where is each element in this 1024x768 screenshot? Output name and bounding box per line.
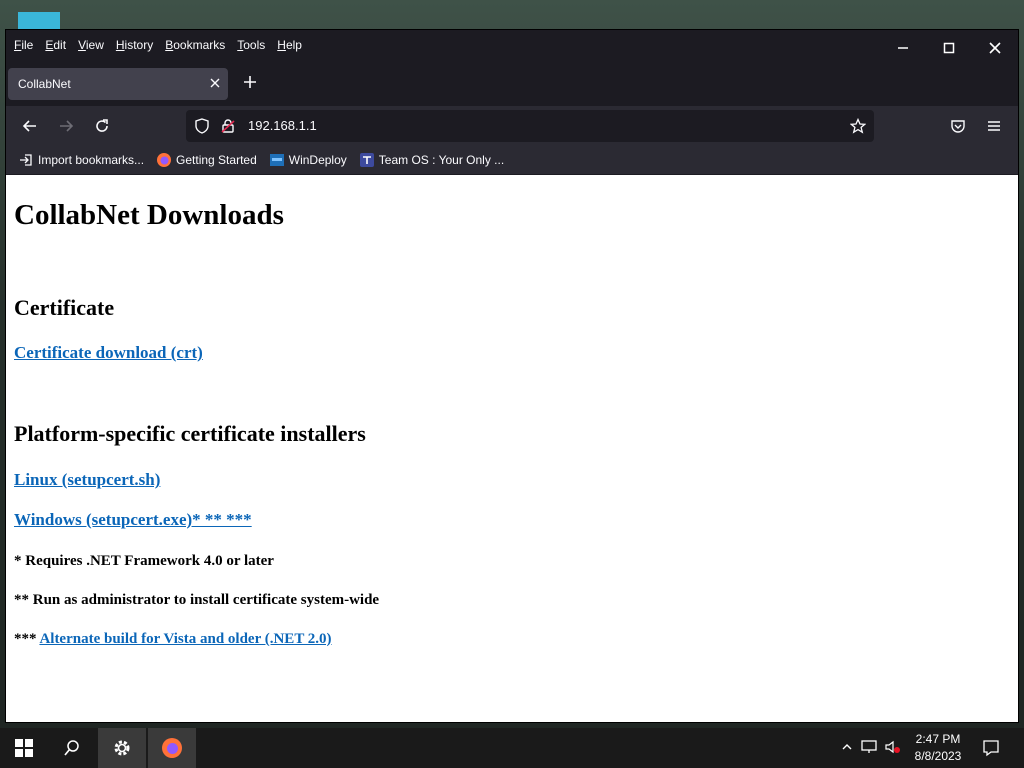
browser-window: File Edit View History Bookmarks Tools H… — [6, 30, 1018, 722]
menu-edit[interactable]: Edit — [43, 36, 68, 54]
close-icon — [989, 42, 1001, 54]
tab-close-button[interactable] — [202, 76, 228, 92]
insecure-lock-icon[interactable] — [218, 116, 238, 136]
shield-icon[interactable] — [192, 116, 212, 136]
certificate-heading: Certificate — [14, 295, 115, 320]
certificate-download-link[interactable]: Certificate download (crt) — [14, 343, 203, 363]
forward-arrow-icon — [60, 120, 74, 132]
tab-collabnet[interactable]: CollabNet — [8, 68, 228, 100]
notifications-button[interactable] — [968, 728, 1014, 768]
reload-button[interactable] — [88, 112, 116, 140]
minimize-icon — [898, 47, 908, 49]
taskbar: 2:47 PM 8/8/2023 — [0, 728, 1024, 768]
bookmark-star-icon[interactable] — [848, 116, 868, 136]
forward-button[interactable] — [52, 112, 80, 140]
clock-time: 2:47 PM — [915, 732, 961, 746]
bookmark-label: Getting Started — [176, 153, 257, 167]
clock-date: 8/8/2023 — [914, 749, 962, 763]
bookmark-label: Team OS : Your Only ... — [378, 153, 505, 167]
note-prefix: *** — [14, 631, 40, 647]
bookmark-teamos[interactable]: Team OS : Your Only ... — [359, 152, 504, 168]
windeploy-icon — [269, 152, 285, 168]
alternate-build-link[interactable]: Alternate build for Vista and older (.NE… — [39, 631, 331, 647]
maximize-button[interactable] — [926, 30, 972, 66]
chevron-up-icon — [842, 743, 852, 749]
pocket-icon — [951, 120, 965, 133]
page-title: CollabNet Downloads — [14, 199, 284, 231]
note-dotnet-requirement: * Requires .NET Framework 4.0 or later — [14, 553, 274, 569]
pocket-button[interactable] — [944, 112, 972, 140]
teamos-icon — [359, 152, 375, 168]
bookmarks-toolbar: Import bookmarks... Getting Started WinD… — [6, 146, 1018, 174]
system-tray — [838, 728, 904, 768]
installers-heading: Platform-specific certificate installers — [14, 421, 366, 446]
app-menu-button[interactable] — [980, 112, 1008, 140]
gear-icon — [114, 740, 130, 756]
bookmark-getting-started[interactable]: Getting Started — [156, 152, 257, 168]
import-icon — [18, 152, 34, 168]
new-tab-button[interactable] — [238, 72, 262, 96]
notification-icon — [983, 740, 999, 757]
menu-history[interactable]: History — [114, 36, 155, 54]
minimize-button[interactable] — [880, 30, 926, 66]
windows-installer-link[interactable]: Windows (setupcert.exe)* ** *** — [14, 510, 252, 530]
bookmark-windeploy[interactable]: WinDeploy — [269, 152, 347, 168]
network-icon[interactable] — [856, 739, 882, 757]
window-controls — [880, 30, 1018, 66]
show-hidden-icons-button[interactable] — [838, 741, 856, 756]
plus-icon — [244, 76, 256, 88]
menu-tools[interactable]: Tools — [235, 36, 267, 54]
hamburger-menu-icon — [988, 121, 1000, 131]
firefox-taskbar-button[interactable] — [148, 728, 196, 768]
windows-logo-icon — [15, 739, 33, 757]
back-button[interactable] — [16, 112, 44, 140]
close-window-button[interactable] — [972, 30, 1018, 66]
url-text[interactable]: 192.168.1.1 — [248, 118, 317, 133]
page-content: CollabNet Downloads Certificate Certific… — [6, 175, 1018, 722]
navigation-toolbar: 192.168.1.1 — [6, 106, 1018, 146]
note-alternate-build: *** Alternate build for Vista and older … — [14, 631, 332, 648]
address-bar[interactable]: 192.168.1.1 — [186, 110, 874, 142]
menu-help[interactable]: Help — [275, 36, 304, 54]
desktop-icon[interactable] — [18, 12, 60, 30]
start-button[interactable] — [0, 728, 48, 768]
bookmark-label: WinDeploy — [288, 153, 347, 167]
maximize-icon — [943, 42, 955, 54]
search-button[interactable] — [48, 728, 96, 768]
linux-installer-link[interactable]: Linux (setupcert.sh) — [14, 470, 160, 490]
firefox-icon — [162, 738, 182, 758]
reload-icon — [96, 119, 108, 132]
note-run-as-admin: ** Run as administrator to install certi… — [14, 592, 380, 608]
menu-file[interactable]: File — [12, 36, 35, 54]
firefox-icon — [156, 152, 172, 168]
search-icon — [64, 740, 79, 756]
menu-bookmarks[interactable]: Bookmarks — [163, 36, 227, 54]
bookmark-label: Import bookmarks... — [38, 153, 145, 167]
settings-taskbar-button[interactable] — [98, 728, 146, 768]
taskbar-clock[interactable]: 2:47 PM 8/8/2023 — [908, 731, 968, 765]
volume-muted-icon[interactable] — [882, 740, 904, 757]
menu-bar: File Edit View History Bookmarks Tools H… — [6, 30, 1018, 60]
menu-view[interactable]: View — [76, 36, 106, 54]
tab-strip: CollabNet — [6, 66, 1018, 102]
tab-title: CollabNet — [18, 77, 71, 91]
close-icon — [210, 78, 220, 88]
bookmark-import[interactable]: Import bookmarks... — [18, 152, 144, 168]
back-arrow-icon — [22, 120, 36, 132]
